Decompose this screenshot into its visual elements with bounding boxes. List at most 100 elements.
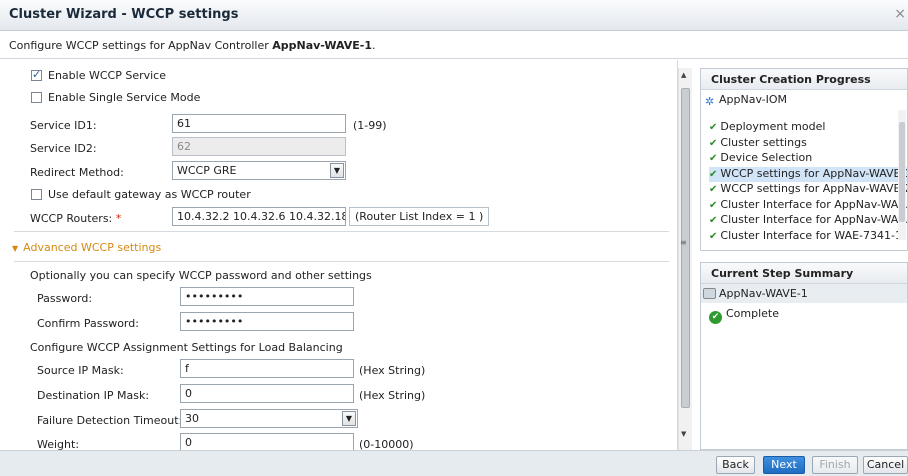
- tree-root-label: AppNav-IOM: [719, 93, 788, 106]
- wccp-routers-label-text: WCCP Routers:: [30, 212, 113, 225]
- progress-step-label: Cluster Interface for AppNav-WA...: [720, 213, 907, 226]
- advanced-toggle-label: Advanced WCCP settings: [23, 241, 162, 254]
- summary-panel: Current Step Summary AppNav-WAVE-1 ✔ Comp…: [700, 262, 908, 450]
- dest-mask-hint: (Hex String): [359, 389, 426, 402]
- password-input[interactable]: •••••••••: [180, 287, 354, 306]
- triangle-down-icon: ▼: [12, 244, 19, 253]
- grip-icon: ≡: [680, 238, 687, 247]
- password-label: Password:: [37, 292, 93, 305]
- check-icon: ✔: [709, 137, 718, 149]
- source-mask-label: Source IP Mask:: [37, 364, 124, 377]
- service-id2-input: 62: [172, 137, 346, 156]
- weight-input[interactable]: 0: [180, 433, 354, 450]
- tree-root[interactable]: ✲ AppNav-IOM: [701, 90, 907, 110]
- summary-status-label: Complete: [726, 307, 780, 320]
- wccp-form: Enable WCCP Service Enable Single Servic…: [0, 60, 678, 450]
- failure-timeout-label: Failure Detection Timeout:: [37, 414, 183, 427]
- check-icon: ✔: [709, 230, 718, 242]
- scroll-up-icon[interactable]: ▲: [681, 71, 686, 79]
- summary-device-label: AppNav-WAVE-1: [719, 287, 808, 300]
- cancel-button[interactable]: Cancel: [863, 456, 908, 474]
- enable-wccp-checkbox[interactable]: [31, 68, 42, 81]
- progress-step-label: Cluster settings: [720, 135, 807, 149]
- check-icon: ✔: [709, 215, 718, 226]
- advanced-intro: Optionally you can specify WCCP password…: [30, 269, 372, 282]
- progress-panel: Cluster Creation Progress ✲ AppNav-IOM ✔ D…: [700, 68, 908, 251]
- check-icon: ✔: [709, 184, 718, 195]
- check-icon: ✔: [709, 122, 718, 133]
- redirect-method-value: WCCP GRE: [177, 164, 237, 177]
- summary-title: Current Step Summary: [701, 263, 907, 284]
- description-prefix: Configure WCCP settings for AppNav Contr…: [9, 39, 273, 52]
- controller-name: AppNav-WAVE-1: [272, 39, 373, 52]
- description-suffix: .: [372, 39, 376, 52]
- progress-step[interactable]: ✔ Deployment model: [709, 120, 907, 136]
- dest-mask-label: Destination IP Mask:: [37, 389, 150, 402]
- dest-mask-input[interactable]: 0: [180, 384, 354, 403]
- progress-step-label: Cluster Interface for WAE-7341-1: [720, 228, 902, 242]
- advanced-toggle[interactable]: ▼ Advanced WCCP settings: [12, 241, 161, 254]
- check-icon: ✔: [709, 168, 718, 180]
- steps-scroll-thumb[interactable]: [899, 122, 905, 222]
- description-bar: Configure WCCP settings for AppNav Contr…: [0, 31, 908, 59]
- close-icon[interactable]: ×: [894, 6, 906, 22]
- chevron-down-icon[interactable]: ▼: [330, 163, 344, 178]
- service-id1-input[interactable]: 61: [172, 114, 346, 133]
- title-bar: Cluster Wizard - WCCP settings ×: [0, 0, 908, 31]
- network-node-icon: ✲: [705, 95, 715, 108]
- service-id2-label: Service ID2:: [30, 142, 97, 155]
- progress-step[interactable]: ✔ Device Selection: [709, 151, 907, 167]
- progress-step[interactable]: ✔ Cluster Interface for AppNav-WA...: [709, 213, 907, 229]
- default-gateway-label: Use default gateway as WCCP router: [48, 188, 251, 201]
- weight-label: Weight:: [37, 438, 80, 450]
- progress-step[interactable]: ✔ Cluster Interface for AppNav-WA...: [709, 198, 907, 214]
- assignment-heading: Configure WCCP Assignment Settings for L…: [30, 341, 343, 354]
- steps-scrollbar[interactable]: [898, 110, 906, 240]
- progress-step[interactable]: ✔ WCCP settings for AppNav-WAVE-2: [709, 182, 907, 198]
- confirm-password-label: Confirm Password:: [37, 317, 139, 330]
- single-service-label: Enable Single Service Mode: [48, 91, 201, 104]
- wccp-routers-label: WCCP Routers: *: [30, 212, 121, 225]
- check-icon: ✔: [709, 153, 718, 164]
- finish-button[interactable]: Finish: [812, 456, 858, 474]
- check-circle-icon: ✔: [709, 311, 722, 324]
- weight-hint: (0-10000): [359, 438, 414, 450]
- section-divider: [14, 231, 669, 232]
- redirect-method-label: Redirect Method:: [30, 166, 124, 179]
- default-gateway-checkbox[interactable]: [31, 189, 42, 200]
- next-button[interactable]: Next: [763, 456, 805, 474]
- window-title: Cluster Wizard - WCCP settings: [9, 7, 239, 22]
- progress-steps: ✔ Deployment model ✔ Cluster settings ✔ Devic…: [701, 110, 907, 250]
- form-scrollbar[interactable]: ▲ ≡ ▼: [678, 68, 692, 450]
- redirect-method-select[interactable]: WCCP GRE ▼: [172, 161, 346, 180]
- progress-step[interactable]: ✔ Cluster Interface for WAE-7341-1: [709, 229, 907, 245]
- device-icon: [703, 288, 716, 299]
- scroll-down-icon[interactable]: ▼: [681, 430, 686, 438]
- section-divider: [14, 261, 669, 262]
- single-service-checkbox[interactable]: [31, 92, 42, 103]
- back-button[interactable]: Back: [716, 456, 755, 474]
- progress-step-label: Deployment model: [720, 120, 826, 133]
- progress-step[interactable]: ✔ WCCP settings for AppNav-WAVE-1: [709, 166, 907, 182]
- service-id1-hint: (1-99): [353, 119, 387, 132]
- wccp-routers-input[interactable]: 10.4.32.2 10.4.32.6 10.4.32.18: [172, 207, 346, 226]
- source-mask-input[interactable]: f: [180, 359, 354, 378]
- summary-device[interactable]: AppNav-WAVE-1: [701, 284, 907, 303]
- progress-title: Cluster Creation Progress: [701, 69, 907, 90]
- progress-step-label: WCCP settings for AppNav-WAVE-1: [720, 166, 907, 180]
- confirm-password-input[interactable]: •••••••••: [180, 312, 354, 331]
- chevron-down-icon[interactable]: ▼: [342, 411, 356, 426]
- progress-step-label: WCCP settings for AppNav-WAVE-2: [720, 182, 907, 195]
- progress-step[interactable]: ✔ Cluster settings: [709, 136, 907, 152]
- summary-status: ✔ Complete: [701, 303, 907, 328]
- service-id1-label: Service ID1:: [30, 119, 97, 132]
- source-mask-hint: (Hex String): [359, 364, 426, 377]
- failure-timeout-select[interactable]: 30 ▼: [180, 409, 358, 428]
- scroll-thumb[interactable]: [681, 88, 690, 408]
- progress-step-label: Device Selection: [720, 151, 813, 164]
- description-text: Configure WCCP settings for AppNav Contr…: [9, 39, 376, 52]
- router-list-index-hint: (Router List Index = 1 ): [349, 207, 490, 226]
- footer: Back Next Finish Cancel: [0, 450, 908, 476]
- progress-step-label: Cluster Interface for AppNav-WA...: [720, 197, 907, 211]
- check-icon: ✔: [709, 199, 718, 211]
